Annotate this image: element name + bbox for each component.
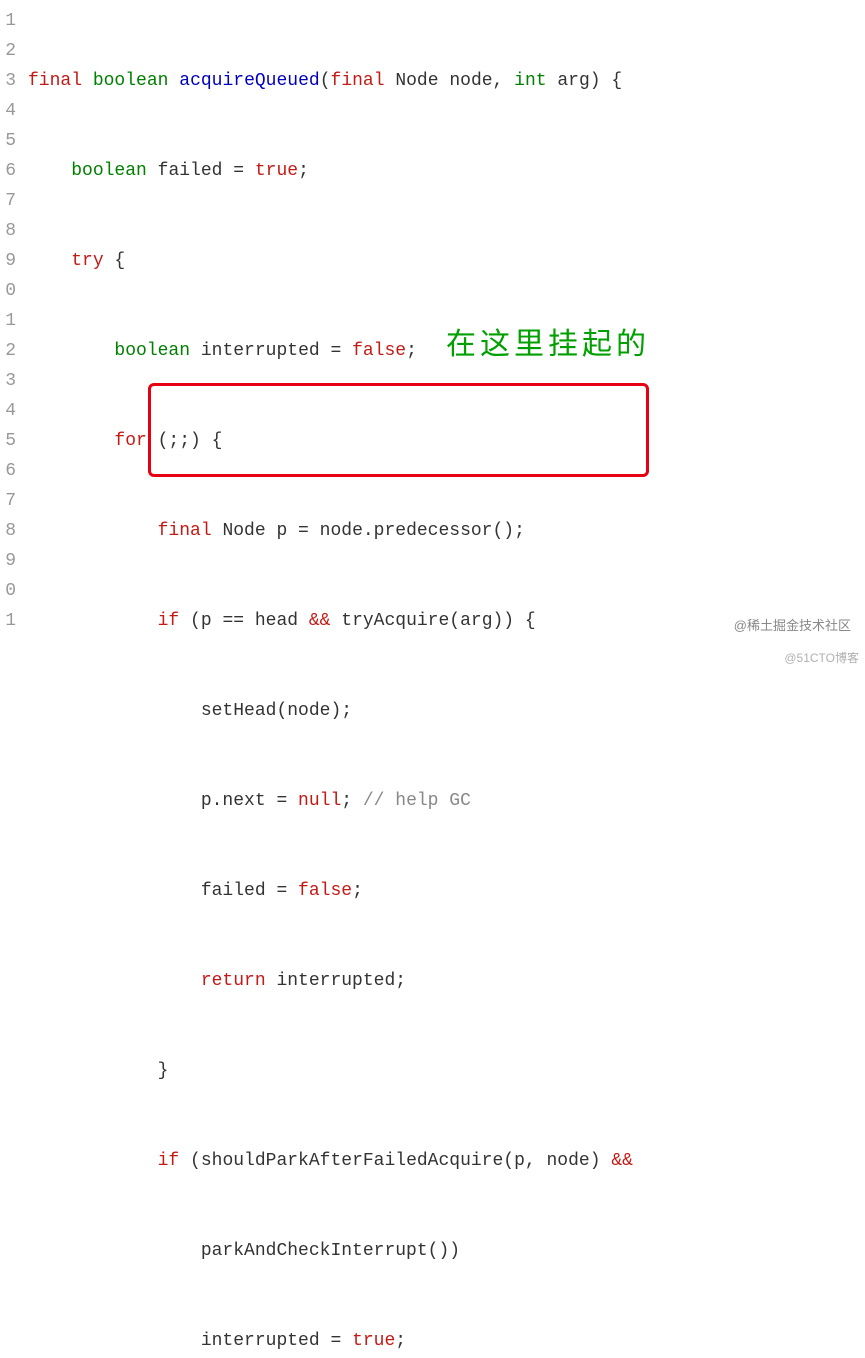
line-number: 7 — [0, 186, 16, 216]
code-block: 1 2 3 4 5 6 7 8 9 0 1 2 3 4 5 6 7 8 9 0 … — [0, 0, 865, 1358]
line-number: 3 — [0, 366, 16, 396]
code-line: p.next = null; // help GC — [28, 786, 633, 816]
line-number: 1 — [0, 306, 16, 336]
code-line: boolean failed = true; — [28, 156, 633, 186]
line-number: 8 — [0, 216, 16, 246]
line-number: 0 — [0, 276, 16, 306]
code-line: setHead(node); — [28, 696, 633, 726]
line-number: 9 — [0, 246, 16, 276]
code-line: failed = false; — [28, 876, 633, 906]
code-line: final boolean acquireQueued(final Node n… — [28, 66, 633, 96]
line-number: 2 — [0, 336, 16, 366]
line-number: 0 — [0, 576, 16, 606]
line-number: 1 — [0, 606, 16, 636]
code-line: if (shouldParkAfterFailedAcquire(p, node… — [28, 1146, 633, 1176]
line-number: 7 — [0, 486, 16, 516]
code-line: final Node p = node.predecessor(); — [28, 516, 633, 546]
line-number: 4 — [0, 396, 16, 426]
line-number: 9 — [0, 546, 16, 576]
code-line: for (;;) { — [28, 426, 633, 456]
watermark-juejin: @稀土掘金技术社区 — [734, 611, 851, 641]
code-content: final boolean acquireQueued(final Node n… — [18, 6, 633, 1358]
line-number: 6 — [0, 156, 16, 186]
line-number: 1 — [0, 6, 16, 36]
code-line: try { — [28, 246, 633, 276]
line-number: 2 — [0, 36, 16, 66]
code-line: interrupted = true; — [28, 1326, 633, 1356]
code-line: if (p == head && tryAcquire(arg)) { — [28, 606, 633, 636]
line-number-gutter: 1 2 3 4 5 6 7 8 9 0 1 2 3 4 5 6 7 8 9 0 … — [0, 6, 18, 1358]
line-number: 6 — [0, 456, 16, 486]
code-line: } — [28, 1056, 633, 1086]
line-number: 5 — [0, 426, 16, 456]
line-number: 8 — [0, 516, 16, 546]
line-number: 4 — [0, 96, 16, 126]
line-number: 5 — [0, 126, 16, 156]
watermark-51cto: @51CTO博客 — [784, 643, 859, 673]
line-number: 3 — [0, 66, 16, 96]
code-line: parkAndCheckInterrupt()) — [28, 1236, 633, 1266]
annotation-label: 在这里挂起的 — [446, 330, 650, 360]
code-line: return interrupted; — [28, 966, 633, 996]
